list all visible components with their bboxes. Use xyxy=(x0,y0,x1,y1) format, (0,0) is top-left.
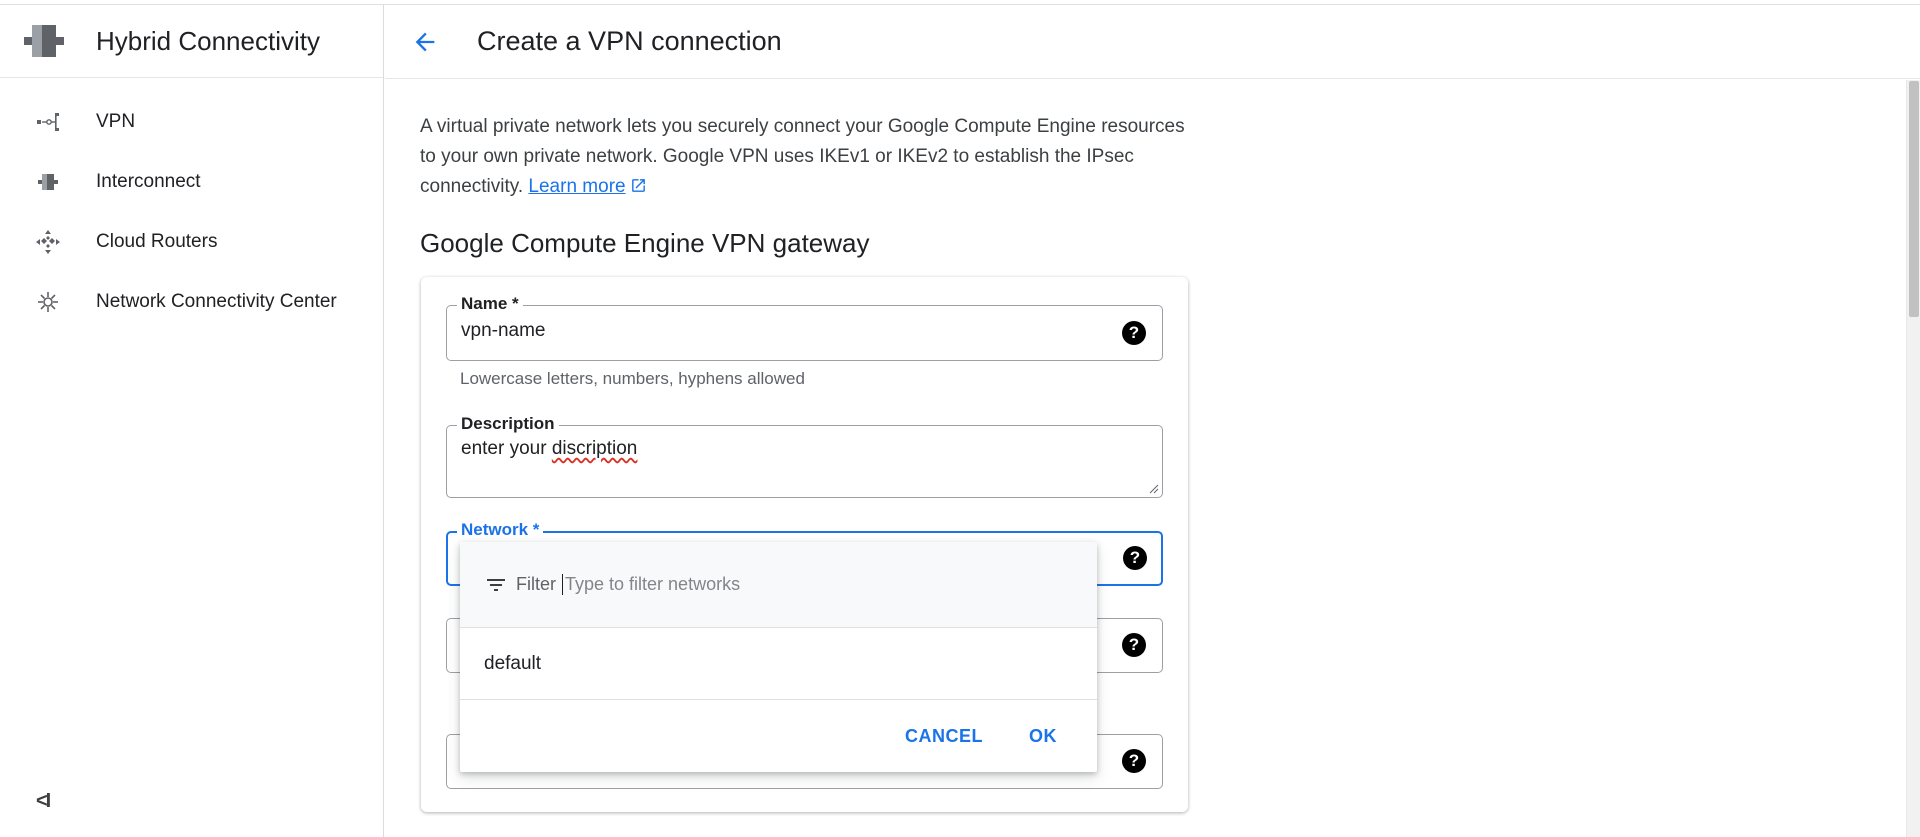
learn-more-link[interactable]: Learn more xyxy=(528,176,625,197)
sidebar-item-cloud-routers[interactable]: Cloud Routers xyxy=(0,212,383,272)
network-dropdown: Filter Type to filter networks default C… xyxy=(460,542,1097,772)
sidebar: Hybrid Connectivity VPN Interconnect Clo… xyxy=(0,5,384,837)
page-header: Create a VPN connection xyxy=(385,5,1920,79)
sidebar-item-label: Network Connectivity Center xyxy=(96,291,337,312)
network-option[interactable]: default xyxy=(460,628,1097,700)
sidebar-header: Hybrid Connectivity xyxy=(0,5,383,78)
sidebar-item-interconnect[interactable]: Interconnect xyxy=(0,152,383,212)
product-title: Hybrid Connectivity xyxy=(96,25,320,56)
description-label: Description xyxy=(457,414,559,434)
arrow-back-icon xyxy=(415,32,435,51)
page-scrollbar[interactable] xyxy=(1906,80,1920,837)
cloud-router-icon xyxy=(32,226,64,258)
sidebar-nav: VPN Interconnect Cloud Routers Network C… xyxy=(0,78,383,332)
filter-input[interactable]: Type to filter networks xyxy=(562,574,740,595)
name-value[interactable]: vpn-name xyxy=(461,320,546,342)
sidebar-item-vpn[interactable]: VPN xyxy=(0,92,383,152)
sidebar-item-label: Interconnect xyxy=(96,171,201,192)
section-title: Google Compute Engine VPN gateway xyxy=(420,228,870,258)
filter-bar[interactable]: Filter Type to filter networks xyxy=(460,542,1097,628)
page-title: Create a VPN connection xyxy=(477,26,782,56)
sidebar-item-label: Cloud Routers xyxy=(96,231,218,252)
intro-paragraph: A virtual private network lets you secur… xyxy=(420,112,1190,202)
description-field[interactable]: Description enter your discription xyxy=(446,414,1163,498)
collapse-sidebar-button[interactable]: <I xyxy=(36,790,51,813)
network-label: Network * xyxy=(457,520,544,540)
hub-icon xyxy=(32,286,64,318)
help-icon[interactable]: ? xyxy=(1122,633,1146,657)
external-link-icon xyxy=(631,179,645,192)
vpn-icon xyxy=(32,106,64,138)
cancel-button[interactable]: CANCEL xyxy=(905,726,983,747)
ok-button[interactable]: OK xyxy=(1029,726,1057,747)
back-button[interactable] xyxy=(405,22,445,62)
hybrid-connectivity-icon xyxy=(22,17,70,65)
name-label: Name * xyxy=(457,294,523,314)
filter-label: Filter xyxy=(516,574,556,594)
name-field[interactable]: Name * vpn-name ? xyxy=(446,294,1163,361)
name-hint: Lowercase letters, numbers, hyphens allo… xyxy=(460,369,805,388)
scrollbar-thumb[interactable] xyxy=(1909,81,1919,317)
dropdown-actions: CANCEL OK xyxy=(460,700,1097,772)
help-icon[interactable]: ? xyxy=(1122,749,1146,773)
main-content: A virtual private network lets you secur… xyxy=(420,112,1190,259)
help-icon[interactable]: ? xyxy=(1123,546,1147,570)
description-value[interactable]: enter your discription xyxy=(461,438,637,460)
sidebar-item-label: VPN xyxy=(96,111,136,132)
interconnect-icon xyxy=(32,166,64,198)
filter-icon xyxy=(487,578,505,591)
help-icon[interactable]: ? xyxy=(1122,321,1146,345)
resize-handle-icon[interactable] xyxy=(1147,482,1159,494)
sidebar-item-network-connectivity-center[interactable]: Network Connectivity Center xyxy=(0,272,383,332)
